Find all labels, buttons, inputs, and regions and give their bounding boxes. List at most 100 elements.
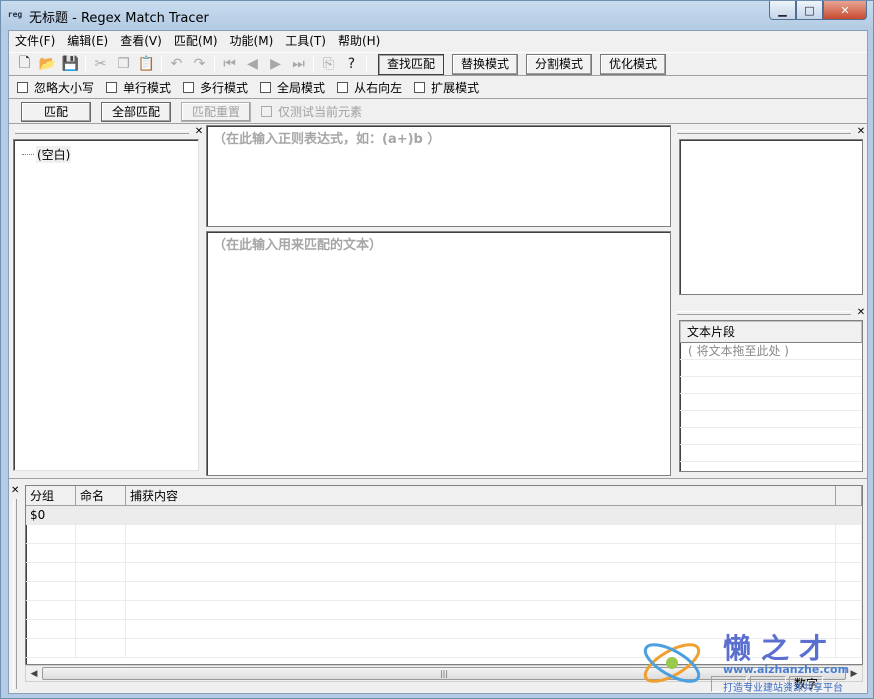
column-header-group[interactable]: 分组 [26,486,76,505]
paste-icon[interactable]: 📋 [135,54,158,74]
watermark-logo [643,643,701,683]
option-label: 忽略大小写 [34,81,95,95]
right-to-left-option[interactable]: 从右向左 [337,79,402,96]
window-title: 无标题 - Regex Match Tracer [29,11,209,26]
undo-icon[interactable]: ↶ [165,54,188,74]
list-item [680,445,862,462]
right-panel: ✕ [673,126,867,298]
cell-filler [836,506,862,524]
list-item [680,428,862,445]
match-reset-button[interactable]: 匹配重置 [181,101,252,122]
checkbox[interactable] [183,82,195,93]
checkbox[interactable] [17,82,28,93]
redo-icon[interactable]: ↷ [188,54,211,74]
menu-match[interactable]: 匹配(M) [168,31,224,51]
column-header-content[interactable]: 捕获内容 [126,486,836,505]
panel-header[interactable]: ✕ [11,126,205,138]
menu-edit[interactable]: 编辑(E) [61,31,114,51]
first-icon[interactable]: ⏮ [218,54,241,74]
cell-name [76,506,126,524]
menu-help[interactable]: 帮助(H) [332,31,386,51]
open-folder-icon[interactable]: 📂 [36,54,59,74]
match-button[interactable]: 匹配 [21,101,92,122]
menu-file[interactable]: 文件(F) [9,31,61,51]
toolbar-separator [214,55,215,73]
drag-grip[interactable] [13,499,17,689]
optimize-mode-button[interactable]: 优化模式 [600,53,667,75]
match-all-button[interactable]: 全部匹配 [101,101,172,122]
menu-bar: 文件(F) 编辑(E) 查看(V) 匹配(M) 功能(M) 工具(T) 帮助(H… [9,31,867,51]
next-icon[interactable]: ▶ [264,54,287,74]
close-icon: ✕ [840,3,850,17]
panel-header[interactable]: ✕ [673,307,867,319]
column-header-filler [836,486,862,505]
cell-content [126,506,836,524]
checkbox[interactable] [106,82,118,93]
table-row [26,525,862,544]
split-mode-button[interactable]: 分割模式 [526,53,593,75]
checkbox[interactable] [260,82,272,93]
drag-grip[interactable] [677,130,851,134]
minimize-icon: ▁ [778,3,787,17]
global-option[interactable]: 全局模式 [260,79,325,96]
extended-option[interactable]: 扩展模式 [414,79,479,96]
tree-item[interactable]: (空白) [22,146,72,163]
checkbox[interactable] [261,106,273,117]
drag-grip[interactable] [15,130,189,134]
close-icon[interactable]: ✕ [11,485,19,496]
snippets-panel: ✕ 文本片段 ( 将文本拖至此处 ) [673,307,867,477]
drag-grip[interactable] [677,311,851,315]
toolbar: 🗋 📂 💾 ✂ ❐ 📋 ↶ ↷ ⏮ ◀ ▶ ⏭ ⎘ ? 查找匹配 替换模式 分割… [9,52,867,76]
tree-panel: ✕ (空白) [11,126,205,476]
regex-input[interactable]: （在此输入正则表达式，如：(a+)b ） [206,125,671,227]
menu-view[interactable]: 查看(V) [114,31,168,51]
panel-header[interactable]: ✕ [673,126,867,138]
maximize-button[interactable]: □ [796,1,823,20]
title-bar[interactable]: reg 无标题 - Regex Match Tracer ▁ □ ✕ [1,1,873,30]
single-line-option[interactable]: 单行模式 [106,79,171,96]
cut-icon[interactable]: ✂ [89,54,112,74]
help-icon[interactable]: ? [340,54,363,74]
last-icon[interactable]: ⏭ [287,54,310,74]
match-tree[interactable]: (空白) [13,139,199,471]
test-current-option[interactable]: 仅测试当前元素 [261,103,362,120]
snippets-list[interactable]: 文本片段 ( 将文本拖至此处 ) [679,320,863,472]
column-header-name[interactable]: 命名 [76,486,126,505]
ignore-case-option[interactable]: 忽略大小写 [17,79,94,96]
checkbox[interactable] [337,82,349,93]
client-area: 文件(F) 编辑(E) 查看(V) 匹配(M) 功能(M) 工具(T) 帮助(H… [8,30,868,694]
menu-function[interactable]: 功能(M) [224,31,280,51]
option-label: 仅测试当前元素 [278,105,363,119]
close-icon[interactable]: ✕ [193,127,205,137]
snippets-header[interactable]: 文本片段 [680,321,862,343]
list-item [680,377,862,394]
menu-tools[interactable]: 工具(T) [279,31,332,51]
copy-icon[interactable]: ❐ [112,54,135,74]
find-mode-button[interactable]: 查找匹配 [378,53,445,75]
option-label: 全局模式 [277,81,326,95]
app-icon: reg [7,10,23,19]
table-row [26,582,862,601]
watermark-slogan: 打造专业建站资源共享平台 [723,683,843,694]
multi-line-option[interactable]: 多行模式 [183,79,248,96]
grid-header: 分组 命名 捕获内容 [26,486,862,506]
tree-item-label: (空白) [36,146,72,163]
window-controls: ▁ □ ✕ [769,1,867,21]
replace-mode-button[interactable]: 替换模式 [452,53,519,75]
option-label: 从右向左 [354,81,403,95]
close-icon[interactable]: ✕ [855,308,867,318]
close-icon[interactable]: ✕ [855,127,867,137]
minimize-button[interactable]: ▁ [769,1,796,20]
checkbox[interactable] [414,82,426,93]
save-icon[interactable]: 💾 [59,54,82,74]
maximize-icon: □ [804,3,815,17]
detail-box[interactable] [679,139,863,295]
copy-match-icon[interactable]: ⎘ [317,54,340,74]
text-input[interactable]: （在此输入用来匹配的文本） [206,231,671,476]
prev-icon[interactable]: ◀ [241,54,264,74]
close-button[interactable]: ✕ [823,1,867,20]
table-row [26,601,862,620]
table-row[interactable]: $0 [26,506,862,525]
watermark-title: 懒之才 [723,632,838,665]
new-file-icon[interactable]: 🗋 [13,54,36,74]
